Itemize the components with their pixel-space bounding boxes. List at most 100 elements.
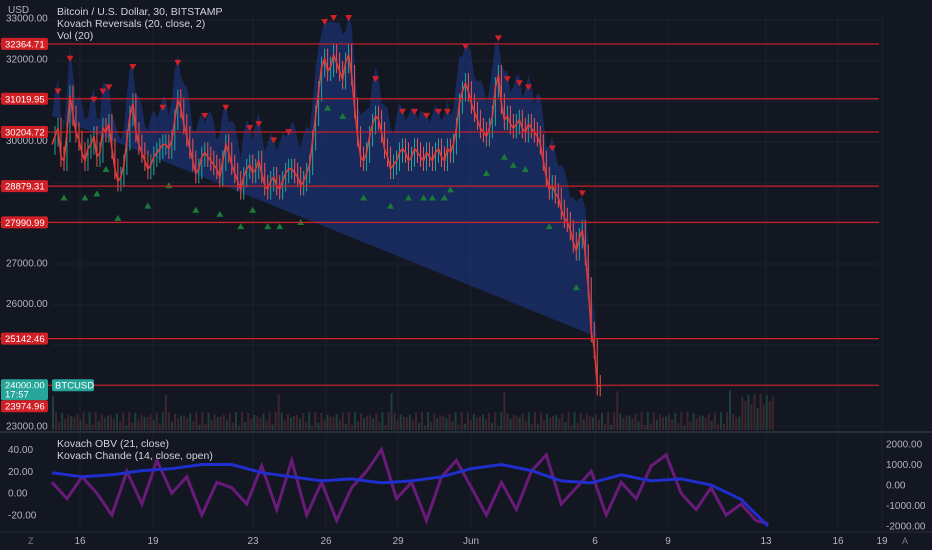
volume-bar bbox=[399, 414, 402, 430]
volume-bar bbox=[274, 412, 277, 430]
chart-canvas[interactable]: 33000.0032000.0030000.0027000.0026000.00… bbox=[0, 0, 932, 550]
volume-bar bbox=[113, 418, 115, 430]
volume-bar bbox=[85, 423, 88, 430]
legend-symbol-title[interactable]: Bitcoin / U.S. Dollar, 30, BITSTAMP bbox=[57, 6, 223, 18]
volume-bar bbox=[347, 412, 350, 430]
volume-bar bbox=[338, 420, 341, 430]
volume-bar bbox=[210, 420, 213, 430]
volume-bar bbox=[265, 420, 268, 430]
chande-axis-label: 20.00 bbox=[8, 467, 33, 478]
x-axis-tick-label: 16 bbox=[74, 536, 86, 547]
x-axis-tick-label: 26 bbox=[320, 536, 332, 547]
volume-bar bbox=[247, 413, 250, 430]
volume-bar bbox=[64, 419, 67, 430]
volume-bar bbox=[475, 417, 478, 430]
volume-bar bbox=[655, 419, 658, 430]
symbol-legend[interactable]: Bitcoin / U.S. Dollar, 30, BITSTAMP Kova… bbox=[57, 6, 223, 42]
volume-bar bbox=[524, 420, 527, 430]
volume-bar bbox=[424, 425, 427, 430]
volume-bar bbox=[640, 412, 643, 430]
volume-bar bbox=[216, 417, 219, 430]
volume-bar bbox=[680, 412, 683, 430]
legend-kovach-reversals[interactable]: Kovach Reversals (20, close, 2) bbox=[57, 18, 223, 30]
obv-axis-label: 0.00 bbox=[886, 481, 906, 492]
volume-bar bbox=[482, 414, 485, 430]
tradingview-chart[interactable]: 33000.00 32000.00 30000.00 27000.00 26000.00… bbox=[0, 0, 932, 550]
volume-bar bbox=[317, 422, 320, 430]
volume-bar bbox=[305, 422, 308, 430]
volume-bar bbox=[427, 412, 430, 430]
volume-bar bbox=[277, 394, 280, 430]
volume-bar bbox=[116, 413, 119, 430]
volume-bar bbox=[454, 412, 457, 430]
volume-bar bbox=[329, 416, 332, 430]
x-axis-tick-label: 13 bbox=[760, 536, 772, 547]
volume-bar bbox=[149, 414, 152, 430]
volume-bar bbox=[296, 414, 298, 430]
volume-bar bbox=[244, 422, 247, 430]
legend-kovach-chande[interactable]: Kovach Chande (14, close, open) bbox=[57, 450, 213, 462]
volume-bar bbox=[588, 416, 591, 430]
volume-bar bbox=[536, 424, 539, 430]
volume-bar bbox=[570, 425, 573, 430]
volume-bar bbox=[527, 412, 530, 430]
volume-bar bbox=[396, 419, 399, 430]
volume-bar bbox=[353, 412, 356, 430]
volume-bar bbox=[604, 423, 607, 430]
volume-bar bbox=[597, 420, 600, 430]
volume-bar bbox=[73, 417, 76, 430]
volume-bar bbox=[335, 414, 338, 430]
volume-bar bbox=[283, 420, 286, 430]
volume-bar bbox=[521, 413, 524, 430]
obv-axis-label: 1000.00 bbox=[886, 460, 923, 471]
price-label-text: 32364.71 bbox=[5, 39, 45, 50]
volume-bar bbox=[674, 412, 677, 430]
volume-bar bbox=[716, 424, 719, 430]
lower-pane-legend[interactable]: Kovach OBV (21, close) Kovach Chande (14… bbox=[57, 438, 213, 462]
chande-axis-label: 0.00 bbox=[8, 489, 28, 500]
volume-bar bbox=[540, 412, 542, 430]
volume-bar bbox=[250, 418, 253, 430]
volume-bar bbox=[408, 414, 411, 430]
volume-bar bbox=[762, 404, 765, 430]
volume-bar bbox=[238, 425, 241, 430]
volume-bar bbox=[174, 413, 176, 430]
volume-bar bbox=[103, 417, 106, 430]
volume-bar bbox=[164, 395, 167, 430]
volume-bar bbox=[323, 419, 326, 430]
volume-bar bbox=[207, 412, 210, 430]
volume-bar bbox=[707, 413, 710, 430]
volume-bar bbox=[414, 412, 417, 430]
volume-bar bbox=[350, 424, 353, 430]
volume-bar bbox=[750, 404, 753, 430]
volume-bar bbox=[70, 416, 73, 430]
volume-bar bbox=[628, 415, 631, 430]
price-label-text: 31019.95 bbox=[5, 94, 45, 105]
volume-bar bbox=[658, 414, 661, 430]
legend-kovach-obv[interactable]: Kovach OBV (21, close) bbox=[57, 438, 213, 450]
volume-bar bbox=[558, 418, 561, 430]
volume-bar bbox=[94, 412, 97, 430]
volume-bar bbox=[619, 413, 622, 430]
volume-bar bbox=[375, 413, 378, 430]
volume-bar bbox=[601, 412, 603, 430]
volume-bar bbox=[387, 412, 390, 430]
volume-bar bbox=[381, 412, 384, 430]
volume-bar bbox=[170, 421, 173, 430]
volume-bar bbox=[167, 412, 170, 430]
volume-bar bbox=[607, 412, 610, 430]
volume-bar bbox=[421, 412, 424, 430]
volume-bar bbox=[433, 413, 436, 430]
volume-bar bbox=[106, 415, 109, 430]
volume-bar bbox=[430, 421, 433, 430]
volume-bar bbox=[463, 423, 466, 430]
obv-axis-label: -1000.00 bbox=[886, 501, 926, 512]
auto-scale-icon[interactable]: A bbox=[902, 536, 908, 546]
legend-volume[interactable]: Vol (20) bbox=[57, 30, 223, 42]
volume-bar bbox=[79, 420, 82, 430]
volume-bar bbox=[393, 412, 396, 430]
volume-bar bbox=[268, 412, 271, 430]
volume-bar bbox=[372, 418, 375, 430]
timezone-icon[interactable]: Z bbox=[28, 536, 34, 546]
volume-bar bbox=[128, 412, 131, 430]
